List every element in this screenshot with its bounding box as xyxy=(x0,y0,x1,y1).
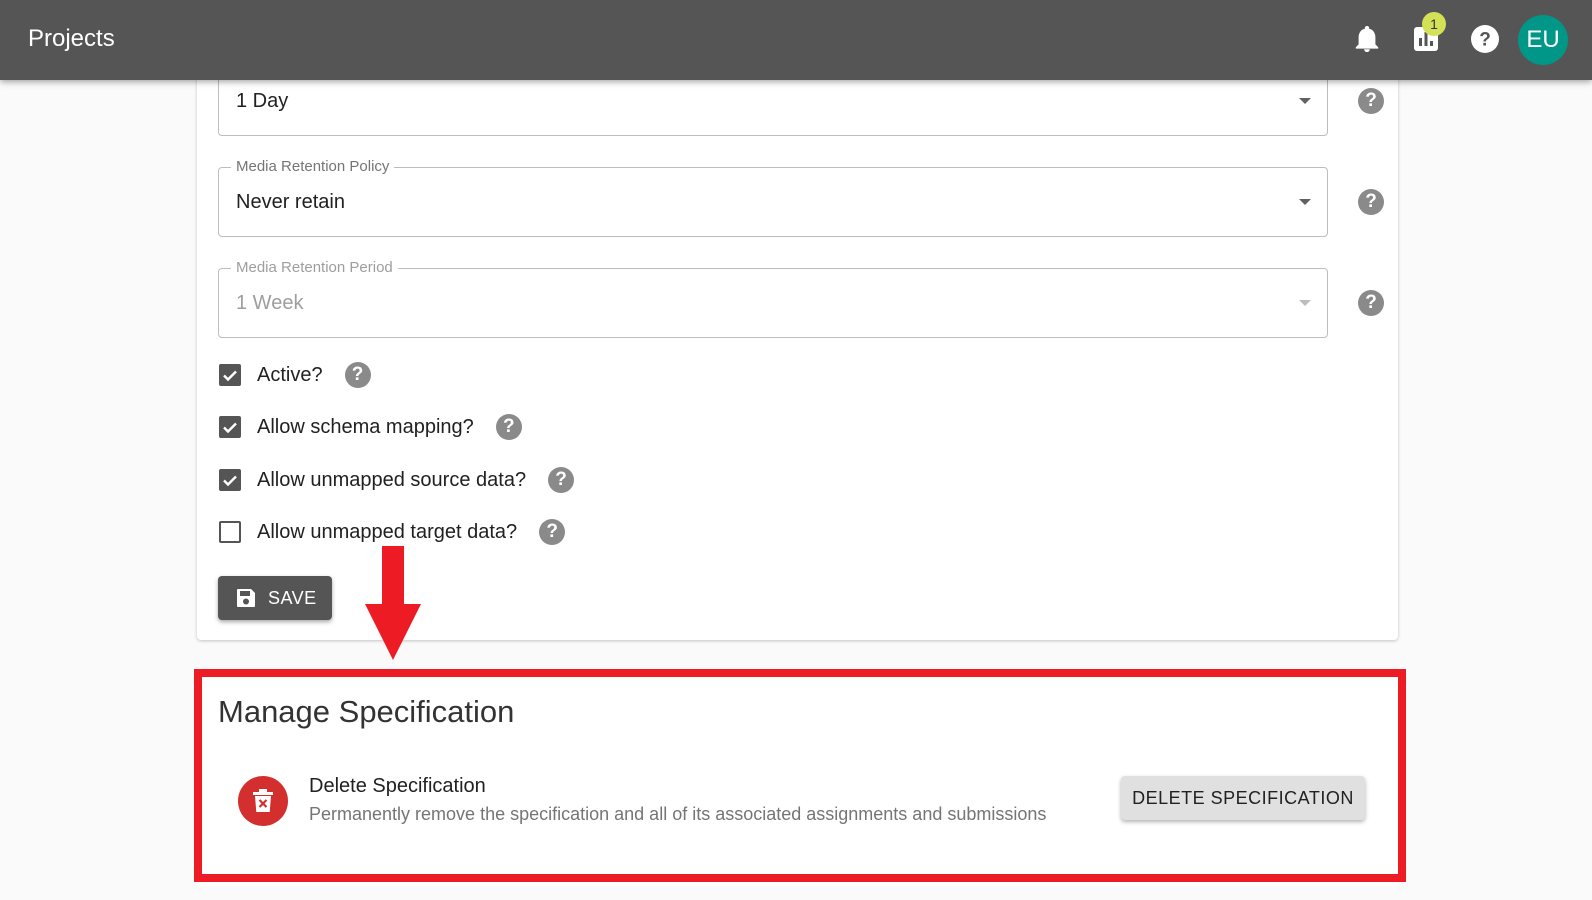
active-checkbox[interactable] xyxy=(219,364,241,386)
checkbox-row-unmapped-source: Allow unmapped source data? ? xyxy=(219,467,575,493)
checkbox-row-schema-mapping: Allow schema mapping? ? xyxy=(219,414,522,440)
help-icon[interactable]: ? xyxy=(1358,189,1384,215)
check-icon xyxy=(223,370,237,382)
check-icon xyxy=(223,422,237,434)
save-button-label: SAVE xyxy=(268,587,317,608)
help-icon[interactable]: ? xyxy=(548,467,575,493)
chevron-down-icon xyxy=(1299,300,1311,306)
allow-unmapped-source-label: Allow unmapped source data? xyxy=(257,468,527,491)
media-retention-policy-value: Never retain xyxy=(236,191,345,213)
allow-schema-mapping-checkbox[interactable] xyxy=(219,416,241,438)
save-button[interactable]: SAVE xyxy=(218,576,332,620)
media-retention-policy-label: Media Retention Policy xyxy=(231,158,395,175)
help-icon[interactable]: ? xyxy=(344,362,371,388)
help-icon[interactable]: ? xyxy=(495,414,522,440)
allow-unmapped-target-checkbox[interactable] xyxy=(219,521,241,543)
help-icon[interactable]: ? xyxy=(539,519,566,545)
active-label: Active? xyxy=(257,363,323,386)
page-title: Projects xyxy=(28,25,115,52)
checkbox-row-active: Active? ? xyxy=(219,362,371,388)
notification-badge: 1 xyxy=(1422,12,1446,36)
media-retention-period-select: Media Retention Period 1 Week xyxy=(218,259,1328,338)
bell-icon[interactable] xyxy=(1350,22,1384,56)
allow-schema-mapping-label: Allow schema mapping? xyxy=(257,415,474,438)
annotation-arrow-icon xyxy=(365,546,421,660)
annotation-highlight-box xyxy=(194,669,1406,882)
allow-unmapped-target-label: Allow unmapped target data? xyxy=(257,520,518,543)
help-icon[interactable]: ? xyxy=(1468,22,1502,56)
app-bar: Projects 1 ? EU xyxy=(0,0,1592,80)
media-retention-policy-select[interactable]: Media Retention Policy Never retain xyxy=(218,158,1328,237)
checkbox-row-unmapped-target: Allow unmapped target data? ? xyxy=(219,519,566,545)
media-retention-period-value: 1 Week xyxy=(236,292,304,314)
help-icon[interactable]: ? xyxy=(1358,88,1384,114)
retention-period-value: 1 Day xyxy=(236,90,289,112)
avatar[interactable]: EU xyxy=(1518,15,1568,65)
media-retention-period-label: Media Retention Period xyxy=(231,259,398,276)
chevron-down-icon xyxy=(1299,98,1311,104)
save-icon xyxy=(237,589,255,607)
check-icon xyxy=(223,475,237,487)
help-icon[interactable]: ? xyxy=(1358,290,1384,316)
chevron-down-icon xyxy=(1299,199,1311,205)
allow-unmapped-source-checkbox[interactable] xyxy=(219,469,241,491)
svg-text:?: ? xyxy=(1479,30,1491,51)
